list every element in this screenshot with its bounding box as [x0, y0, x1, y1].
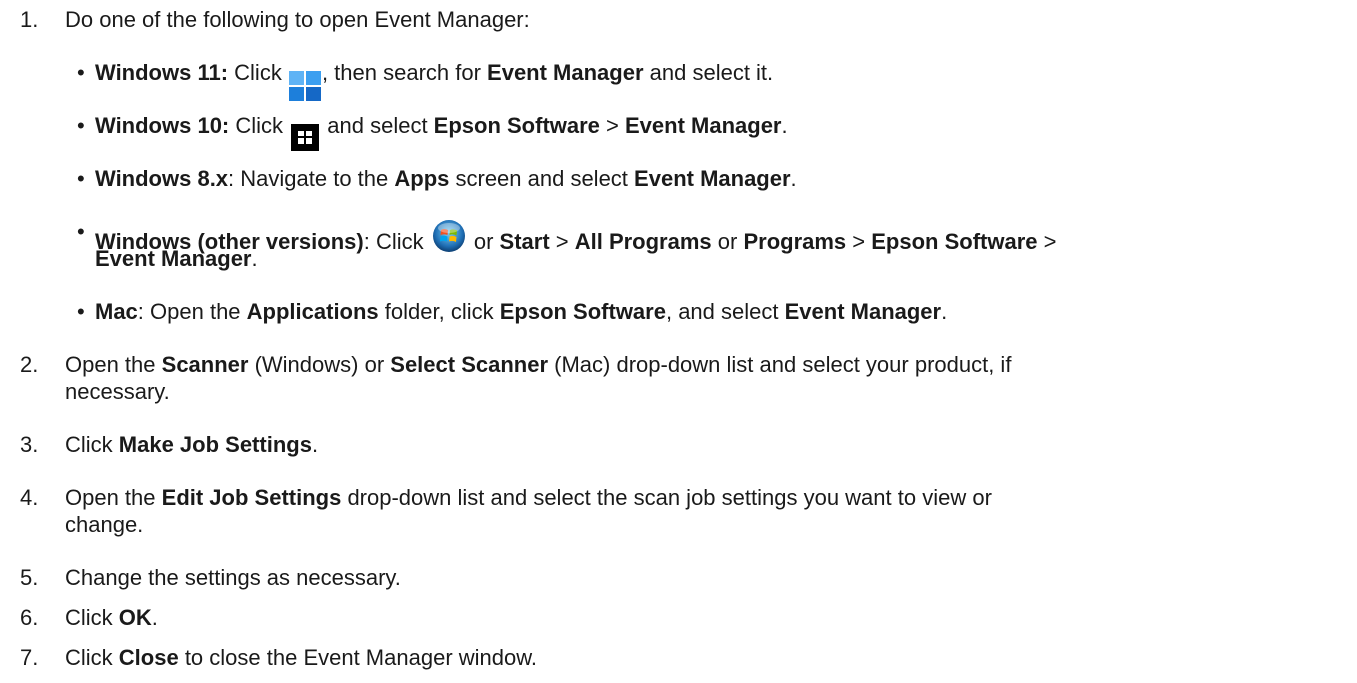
step-number: 4.: [20, 485, 39, 510]
step-number: 5.: [20, 565, 39, 590]
step-text: Open the Edit Job Settings drop-down lis…: [65, 485, 992, 510]
substep-text: Windows 8.x: Navigate to the Apps screen…: [95, 166, 797, 191]
step-text-continued: change.: [65, 512, 144, 537]
step-number: 7.: [20, 645, 39, 670]
step-text: Change the settings as necessary.: [65, 565, 401, 590]
bullet: •: [77, 299, 85, 324]
bullet: •: [77, 219, 85, 244]
bullet: •: [77, 166, 85, 191]
step-text: Do one of the following to open Event Ma…: [65, 7, 530, 32]
step-number: 6.: [20, 605, 39, 630]
step-text: Open the Scanner (Windows) or Select Sca…: [65, 352, 1012, 377]
substep-text: Mac: Open the Applications folder, click…: [95, 299, 948, 324]
step-text: Click Close to close the Event Manager w…: [65, 645, 538, 670]
substep-text: Windows 11: Click , then search for Even…: [95, 60, 773, 101]
windows-7-start-orb-icon: [432, 220, 465, 252]
bullet: •: [77, 60, 85, 85]
windows-10-start-icon: [291, 123, 320, 151]
substep-text-continued: Event Manager.: [95, 246, 258, 271]
step-number: 1.: [20, 7, 39, 32]
substep-text: Windows 10: Click and select Epson Softw…: [95, 113, 788, 151]
step-text: Click Make Job Settings.: [65, 432, 319, 457]
step-number: 3.: [20, 432, 39, 457]
step-text: Click OK.: [65, 605, 158, 630]
step-number: 2.: [20, 352, 39, 377]
windows-11-start-icon: [288, 71, 321, 101]
step-text-continued: necessary.: [65, 379, 170, 404]
bullet: •: [77, 113, 85, 138]
